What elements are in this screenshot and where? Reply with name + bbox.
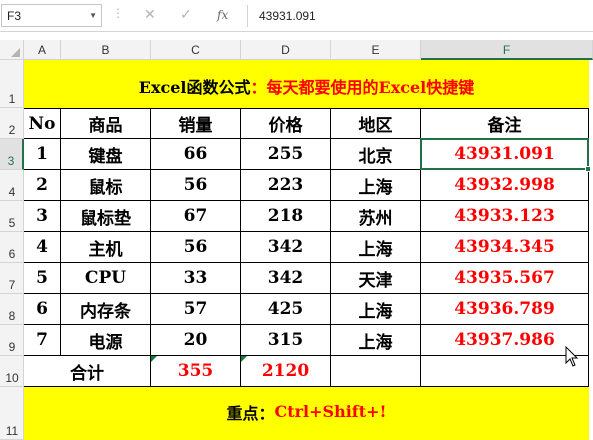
data-cell-e6[interactable]: 上海 [331, 232, 421, 263]
toolbar-gap [0, 32, 593, 40]
column-header-c[interactable]: C [151, 40, 241, 60]
data-cell-a6[interactable]: 4 [24, 232, 61, 263]
header-cell-c[interactable]: 销量 [151, 108, 241, 139]
column-header-d[interactable]: D [241, 40, 331, 60]
row-header-2[interactable]: 2 [0, 108, 24, 139]
column-header-f[interactable]: F [421, 40, 593, 60]
title-banner: Excel函数公式 ：每天都要使用的Excel快捷键 [24, 60, 589, 108]
sheet-grid[interactable]: Excel函数公式 ：每天都要使用的Excel快捷键 No 商品 销量 价格 地区 备注 1 键盘… [24, 60, 593, 440]
data-cell-d4[interactable]: 223 [241, 170, 331, 201]
title-highlight: ：每天都要使用的Excel快捷键 [250, 78, 475, 97]
data-cell-c5[interactable]: 67 [151, 201, 241, 232]
data-cell-f8[interactable]: 43936.789 [421, 294, 589, 325]
data-cell-f6[interactable]: 43934.345 [421, 232, 589, 263]
fill-handle[interactable] [585, 166, 591, 172]
data-cell-d5[interactable]: 218 [241, 201, 331, 232]
footer-text: 重点： [226, 403, 275, 423]
formula-input[interactable]: 43931.091 [259, 9, 316, 23]
mouse-cursor-icon [565, 346, 579, 367]
title-text: Excel函数公式 [138, 78, 251, 97]
data-cell-a5[interactable]: 3 [24, 201, 61, 232]
check-icon[interactable]: ✓ [180, 7, 192, 23]
select-all-triangle-icon [11, 48, 20, 57]
data-cell-e9[interactable]: 上海 [331, 325, 421, 356]
data-cell-a3[interactable]: 1 [24, 139, 61, 170]
row-header-3[interactable]: 3 [0, 139, 24, 170]
data-cell-f4[interactable]: 43932.998 [421, 170, 589, 201]
footer-shortcut: Ctrl+Shift+! [274, 402, 387, 421]
data-cell-b3[interactable]: 键盘 [61, 139, 151, 170]
data-cell-b5[interactable]: 鼠标垫 [61, 201, 151, 232]
row-header-7[interactable]: 7 [0, 263, 24, 294]
empty-cell-f10[interactable] [421, 356, 589, 387]
data-cell-c9[interactable]: 20 [151, 325, 241, 356]
column-header-a[interactable]: A [24, 40, 61, 60]
data-cell-e8[interactable]: 上海 [331, 294, 421, 325]
row-header-9[interactable]: 9 [0, 325, 24, 356]
data-cell-e5[interactable]: 苏州 [331, 201, 421, 232]
data-cell-f7[interactable]: 43935.567 [421, 263, 589, 294]
column-headers: ABCDEF [0, 40, 593, 60]
row-header-8[interactable]: 8 [0, 294, 24, 325]
row-header-1[interactable]: 1 [0, 60, 24, 108]
column-header-b[interactable]: B [61, 40, 151, 60]
footer-banner: 重点： Ctrl+Shift+! [24, 387, 589, 440]
select-all-corner[interactable] [0, 40, 24, 60]
row-header-4[interactable]: 4 [0, 170, 24, 201]
data-cell-c4[interactable]: 56 [151, 170, 241, 201]
total-price-cell[interactable]: 2120 [241, 356, 331, 387]
data-cell-a9[interactable]: 7 [24, 325, 61, 356]
data-cell-f3[interactable]: 43931.091 [421, 139, 589, 170]
header-cell-d[interactable]: 价格 [241, 108, 331, 139]
data-cell-f5[interactable]: 43933.123 [421, 201, 589, 232]
close-icon[interactable]: ✕ [144, 7, 156, 23]
data-cell-b6[interactable]: 主机 [61, 232, 151, 263]
data-cell-c7[interactable]: 33 [151, 263, 241, 294]
data-cell-d7[interactable]: 342 [241, 263, 331, 294]
data-cell-b8[interactable]: 内存条 [61, 294, 151, 325]
data-cell-b4[interactable]: 鼠标 [61, 170, 151, 201]
chevron-down-icon[interactable]: ▼ [89, 11, 97, 20]
header-cell-e[interactable]: 地区 [331, 108, 421, 139]
data-cell-e3[interactable]: 北京 [331, 139, 421, 170]
empty-cell-e10[interactable] [331, 356, 421, 387]
formula-error-triangle-icon [241, 356, 247, 362]
data-cell-b9[interactable]: 电源 [61, 325, 151, 356]
name-box[interactable]: F3 ▼ [1, 4, 102, 27]
data-cell-a4[interactable]: 2 [24, 170, 61, 201]
data-cell-d8[interactable]: 425 [241, 294, 331, 325]
vertical-dots-icon[interactable]: ⋮ [112, 6, 124, 20]
row-header-5[interactable]: 5 [0, 201, 24, 232]
data-cell-d3[interactable]: 255 [241, 139, 331, 170]
column-header-e[interactable]: E [331, 40, 421, 60]
total-sales-cell[interactable]: 355 [151, 356, 241, 387]
formula-bar: F3 ▼ ⋮ ✕ ✓ fx 43931.091 [0, 0, 593, 32]
data-cell-a7[interactable]: 5 [24, 263, 61, 294]
data-cell-e7[interactable]: 天津 [331, 263, 421, 294]
fx-icon[interactable]: fx [217, 8, 228, 22]
row-header-10[interactable]: 10 [0, 356, 24, 387]
data-cell-e4[interactable]: 上海 [331, 170, 421, 201]
total-label-cell[interactable]: 合计 [24, 356, 151, 387]
data-cell-d6[interactable]: 342 [241, 232, 331, 263]
data-cell-d9[interactable]: 315 [241, 325, 331, 356]
header-cell-a[interactable]: No [24, 108, 61, 139]
row-headers: 1 2 3 4 5 6 7 8 9 10 11 [0, 60, 24, 440]
formula-error-triangle-icon [151, 356, 157, 362]
header-cell-f[interactable]: 备注 [421, 108, 589, 139]
data-cell-c8[interactable]: 57 [151, 294, 241, 325]
header-cell-b[interactable]: 商品 [61, 108, 151, 139]
data-cell-f9[interactable]: 43937.986 [421, 325, 589, 356]
row-header-6[interactable]: 6 [0, 232, 24, 263]
data-cell-a8[interactable]: 6 [24, 294, 61, 325]
data-cell-b7[interactable]: CPU [61, 263, 151, 294]
data-cell-c6[interactable]: 56 [151, 232, 241, 263]
formula-bar-divider [247, 5, 248, 27]
name-box-value: F3 [7, 9, 22, 23]
row-header-11[interactable]: 11 [0, 387, 24, 440]
data-cell-c3[interactable]: 66 [151, 139, 241, 170]
